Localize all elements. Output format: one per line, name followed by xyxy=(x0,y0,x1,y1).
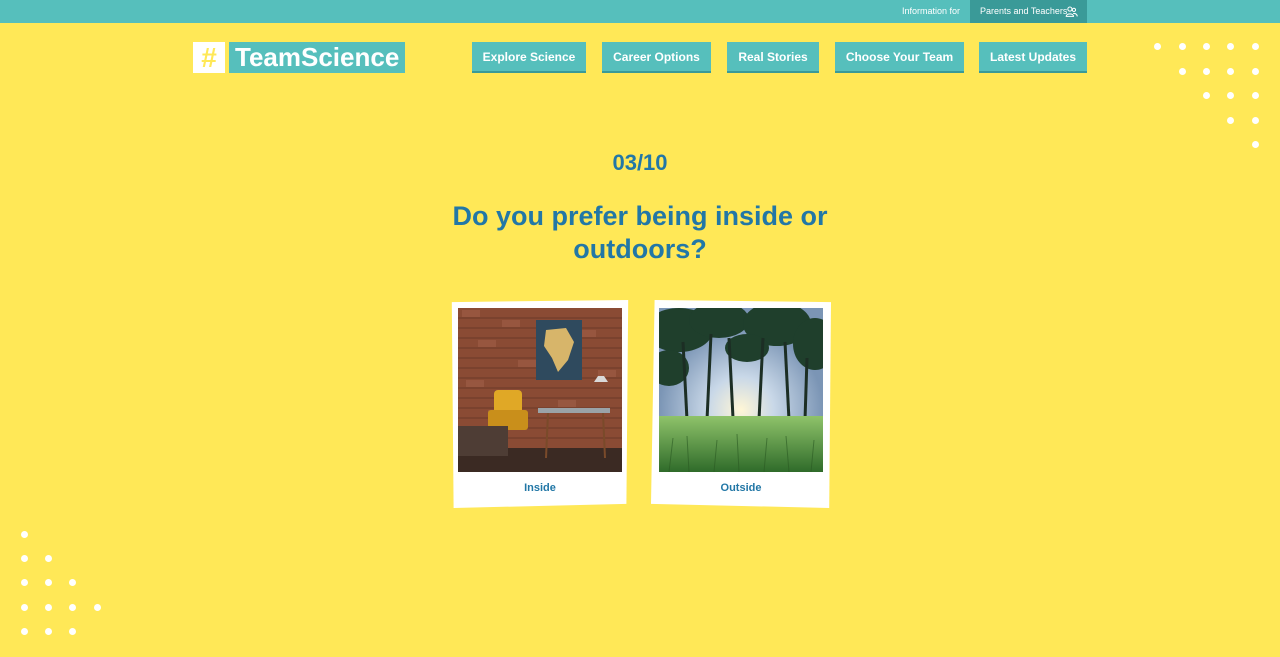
logo-hash: # xyxy=(193,42,225,73)
parents-teachers-link[interactable]: Parents and Teachers xyxy=(970,0,1087,23)
teamscience-logo[interactable]: # TeamScience xyxy=(193,42,406,73)
question-counter: 03/10 xyxy=(612,150,668,175)
option-label-inside: Inside xyxy=(524,482,556,494)
option-label-outside: Outside xyxy=(720,482,762,494)
nav-choose-your-team[interactable]: Choose Your Team xyxy=(835,42,964,73)
option-card-outside[interactable]: Outside xyxy=(651,300,831,508)
nav-career-options[interactable]: Career Options xyxy=(602,42,711,73)
nav-real-stories[interactable]: Real Stories xyxy=(727,42,819,73)
info-for-label: Information for xyxy=(901,6,960,16)
option-card-inside[interactable]: Inside xyxy=(451,300,629,508)
room-with-brick-wall-photo xyxy=(458,308,622,472)
nav-latest-updates[interactable]: Latest Updates xyxy=(979,42,1087,73)
question-text: Do you prefer being inside or outdoors? xyxy=(452,201,828,264)
people-icon xyxy=(1065,6,1078,17)
logo-text: TeamScience xyxy=(229,42,406,73)
top-bar: Information for Parents and Teachers xyxy=(0,0,1280,23)
trees-and-grass-photo xyxy=(659,308,823,472)
parents-teachers-label: Parents and Teachers xyxy=(980,6,1068,16)
nav-explore-science[interactable]: Explore Science xyxy=(472,42,586,73)
